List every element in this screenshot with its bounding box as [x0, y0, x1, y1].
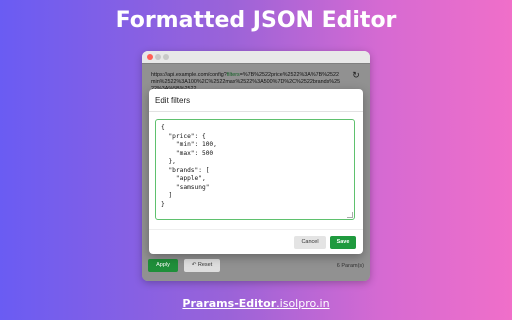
- param-count: 6 Param(s): [336, 263, 364, 269]
- cancel-button[interactable]: Cancel: [294, 236, 326, 249]
- bottom-bar: Apply ↶ Reset 6 Param(s): [142, 251, 370, 281]
- modal-divider: [149, 111, 363, 112]
- footer-link-name[interactable]: Prarams-Editor: [182, 297, 276, 310]
- save-button[interactable]: Save: [330, 236, 356, 249]
- edit-filters-modal: Edit filters { "price": { "min": 100, "m…: [149, 89, 363, 254]
- footer-link[interactable]: Prarams-Editor.isolpro.in: [0, 297, 512, 310]
- minimize-window-button[interactable]: [155, 54, 161, 60]
- resize-handle-icon[interactable]: [347, 212, 353, 218]
- apply-button[interactable]: Apply: [148, 259, 178, 272]
- close-window-button[interactable]: [147, 54, 153, 60]
- modal-footer-divider: [149, 229, 363, 230]
- headline: Formatted JSON Editor: [115, 8, 397, 33]
- reset-button[interactable]: ↶ Reset: [184, 259, 220, 272]
- modal-title: Edit filters: [155, 96, 191, 105]
- footer-link-domain[interactable]: .isolpro.in: [276, 297, 329, 310]
- maximize-window-button[interactable]: [163, 54, 169, 60]
- json-editor-textarea[interactable]: { "price": { "min": 100, "max": 500 }, "…: [155, 119, 355, 220]
- json-editor-content[interactable]: { "price": { "min": 100, "max": 500 }, "…: [161, 124, 349, 209]
